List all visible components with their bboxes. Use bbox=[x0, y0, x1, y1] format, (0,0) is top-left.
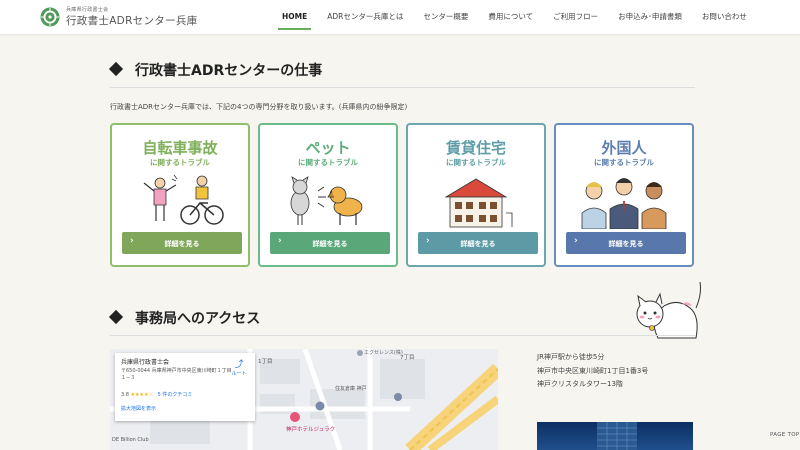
foreigners-icon bbox=[581, 178, 667, 229]
card-title: 賃貸住宅 bbox=[445, 139, 506, 157]
map-label: 7丁目 bbox=[400, 355, 415, 361]
rating-value: 3.8 bbox=[121, 392, 129, 398]
nav-flow[interactable]: ご利用フロー bbox=[543, 0, 608, 34]
details-button-label: 詳細を見る bbox=[460, 240, 496, 248]
rating-stars-icon: ★★★★☆ bbox=[130, 392, 153, 398]
access-line: 神戸クリスタルタワー13階 bbox=[537, 380, 623, 388]
enlarge-map-link[interactable]: 拡大地図を表示 bbox=[121, 405, 156, 412]
work-section-heading: 行政書士ADRセンターの仕事 bbox=[108, 60, 695, 88]
map-place-name: 兵庫県行政書士会 bbox=[121, 359, 170, 366]
details-button-label: 詳細を見る bbox=[312, 240, 348, 248]
card-foreigners[interactable]: 外国人 に関するトラブル › 詳細を見る bbox=[554, 123, 694, 267]
nav-fees[interactable]: 費用について bbox=[478, 0, 543, 34]
map-label: エクセレンス(株) bbox=[364, 350, 403, 356]
details-button[interactable]: › 詳細を見る bbox=[270, 232, 390, 254]
card-pet[interactable]: ペット に関するトラブル › 詳細を見る bbox=[258, 123, 398, 267]
pet-dispute-icon bbox=[290, 176, 363, 225]
card-title: 外国人 bbox=[601, 139, 647, 157]
map-info-card: 兵庫県行政書士会 〒650-0044 兵庫県神戸市中央区東川崎町１丁目１−３ 3… bbox=[115, 353, 255, 421]
nav-home[interactable]: HOME bbox=[272, 0, 317, 34]
main-nav: HOME ADRセンター兵庫とは センター概要 費用について ご利用フロー お申… bbox=[272, 0, 757, 34]
directions-icon: ⤴ bbox=[234, 360, 244, 370]
details-button-label: 詳細を見る bbox=[164, 240, 200, 248]
card-bicycle[interactable]: 自転車事故 に関するトラブル › 詳細を見る bbox=[110, 123, 250, 267]
nav-overview[interactable]: センター概要 bbox=[413, 0, 478, 34]
building-image bbox=[597, 422, 637, 450]
access-section-title: 事務局へのアクセス bbox=[135, 311, 261, 327]
details-button-label: 詳細を見る bbox=[608, 240, 644, 248]
card-subtitle: に関するトラブル bbox=[446, 158, 506, 167]
card-subtitle: に関するトラブル bbox=[298, 158, 358, 167]
diamond-bullet-icon bbox=[108, 309, 124, 325]
page-top-button[interactable]: PAGE TOP bbox=[770, 432, 800, 438]
map-label: 神戸ホテルジュラク bbox=[286, 427, 336, 433]
access-line: JR神戸駅から徒歩5分 bbox=[537, 353, 605, 361]
map-label: 住友倉庫 神戸 bbox=[335, 386, 367, 392]
building-photo bbox=[537, 422, 693, 450]
nav-contact[interactable]: お問い合わせ bbox=[692, 0, 757, 34]
card-title: 自転車事故 bbox=[142, 139, 218, 157]
nav-application[interactable]: お申込み･申請書類 bbox=[608, 0, 692, 34]
nav-about[interactable]: ADRセンター兵庫とは bbox=[317, 0, 413, 34]
map-address: 〒650-0044 兵庫県神戸市中央区東川崎町１丁目１−３ bbox=[121, 368, 232, 381]
bicycle-accident-icon bbox=[143, 174, 224, 225]
card-subtitle: に関するトラブル bbox=[150, 158, 210, 167]
card-rental[interactable]: 賃貸住宅 に関するトラブル › 詳細を見る bbox=[406, 123, 546, 267]
review-count-link[interactable]: 5 件のクチコミ bbox=[158, 392, 193, 398]
association-emblem-icon[interactable] bbox=[40, 7, 60, 27]
details-button[interactable]: › 詳細を見る bbox=[566, 232, 686, 254]
brand-subtitle: 兵庫県行政書士会 bbox=[66, 7, 109, 13]
route-button[interactable]: ⤴ ルート bbox=[229, 357, 249, 377]
map-label: DE Billion Club bbox=[112, 437, 149, 443]
access-section-heading: 事務局へのアクセス bbox=[108, 308, 695, 336]
details-button[interactable]: › 詳細を見る bbox=[418, 232, 538, 254]
card-subtitle: に関するトラブル bbox=[594, 158, 654, 167]
rental-house-icon bbox=[444, 178, 513, 228]
site-header: 兵庫県行政書士会 行政書士ADRセンター兵庫 HOME ADRセンター兵庫とは … bbox=[0, 0, 800, 34]
map-rating: 3.8 ★★★★☆ 5 件のクチコミ bbox=[121, 391, 192, 398]
access-line: 神戸市中央区東川崎町1丁目1番3号 bbox=[537, 366, 649, 375]
map-label: 1丁目 bbox=[258, 359, 273, 365]
brand-title[interactable]: 行政書士ADRセンター兵庫 bbox=[66, 13, 197, 28]
route-label: ルート bbox=[231, 371, 247, 377]
work-intro: 行政書士ADRセンター兵庫では、下記の4つの専門分野を取り扱います。(兵庫県内の… bbox=[110, 103, 408, 111]
card-title: ペット bbox=[305, 139, 351, 157]
access-info: JR神戸駅から徒歩5分 神戸市中央区東川崎町1丁目1番3号 神戸クリスタルタワー… bbox=[537, 351, 648, 392]
details-button[interactable]: › 詳細を見る bbox=[122, 232, 242, 254]
work-section-title: 行政書士ADRセンターの仕事 bbox=[135, 63, 323, 79]
diamond-bullet-icon bbox=[108, 61, 124, 77]
